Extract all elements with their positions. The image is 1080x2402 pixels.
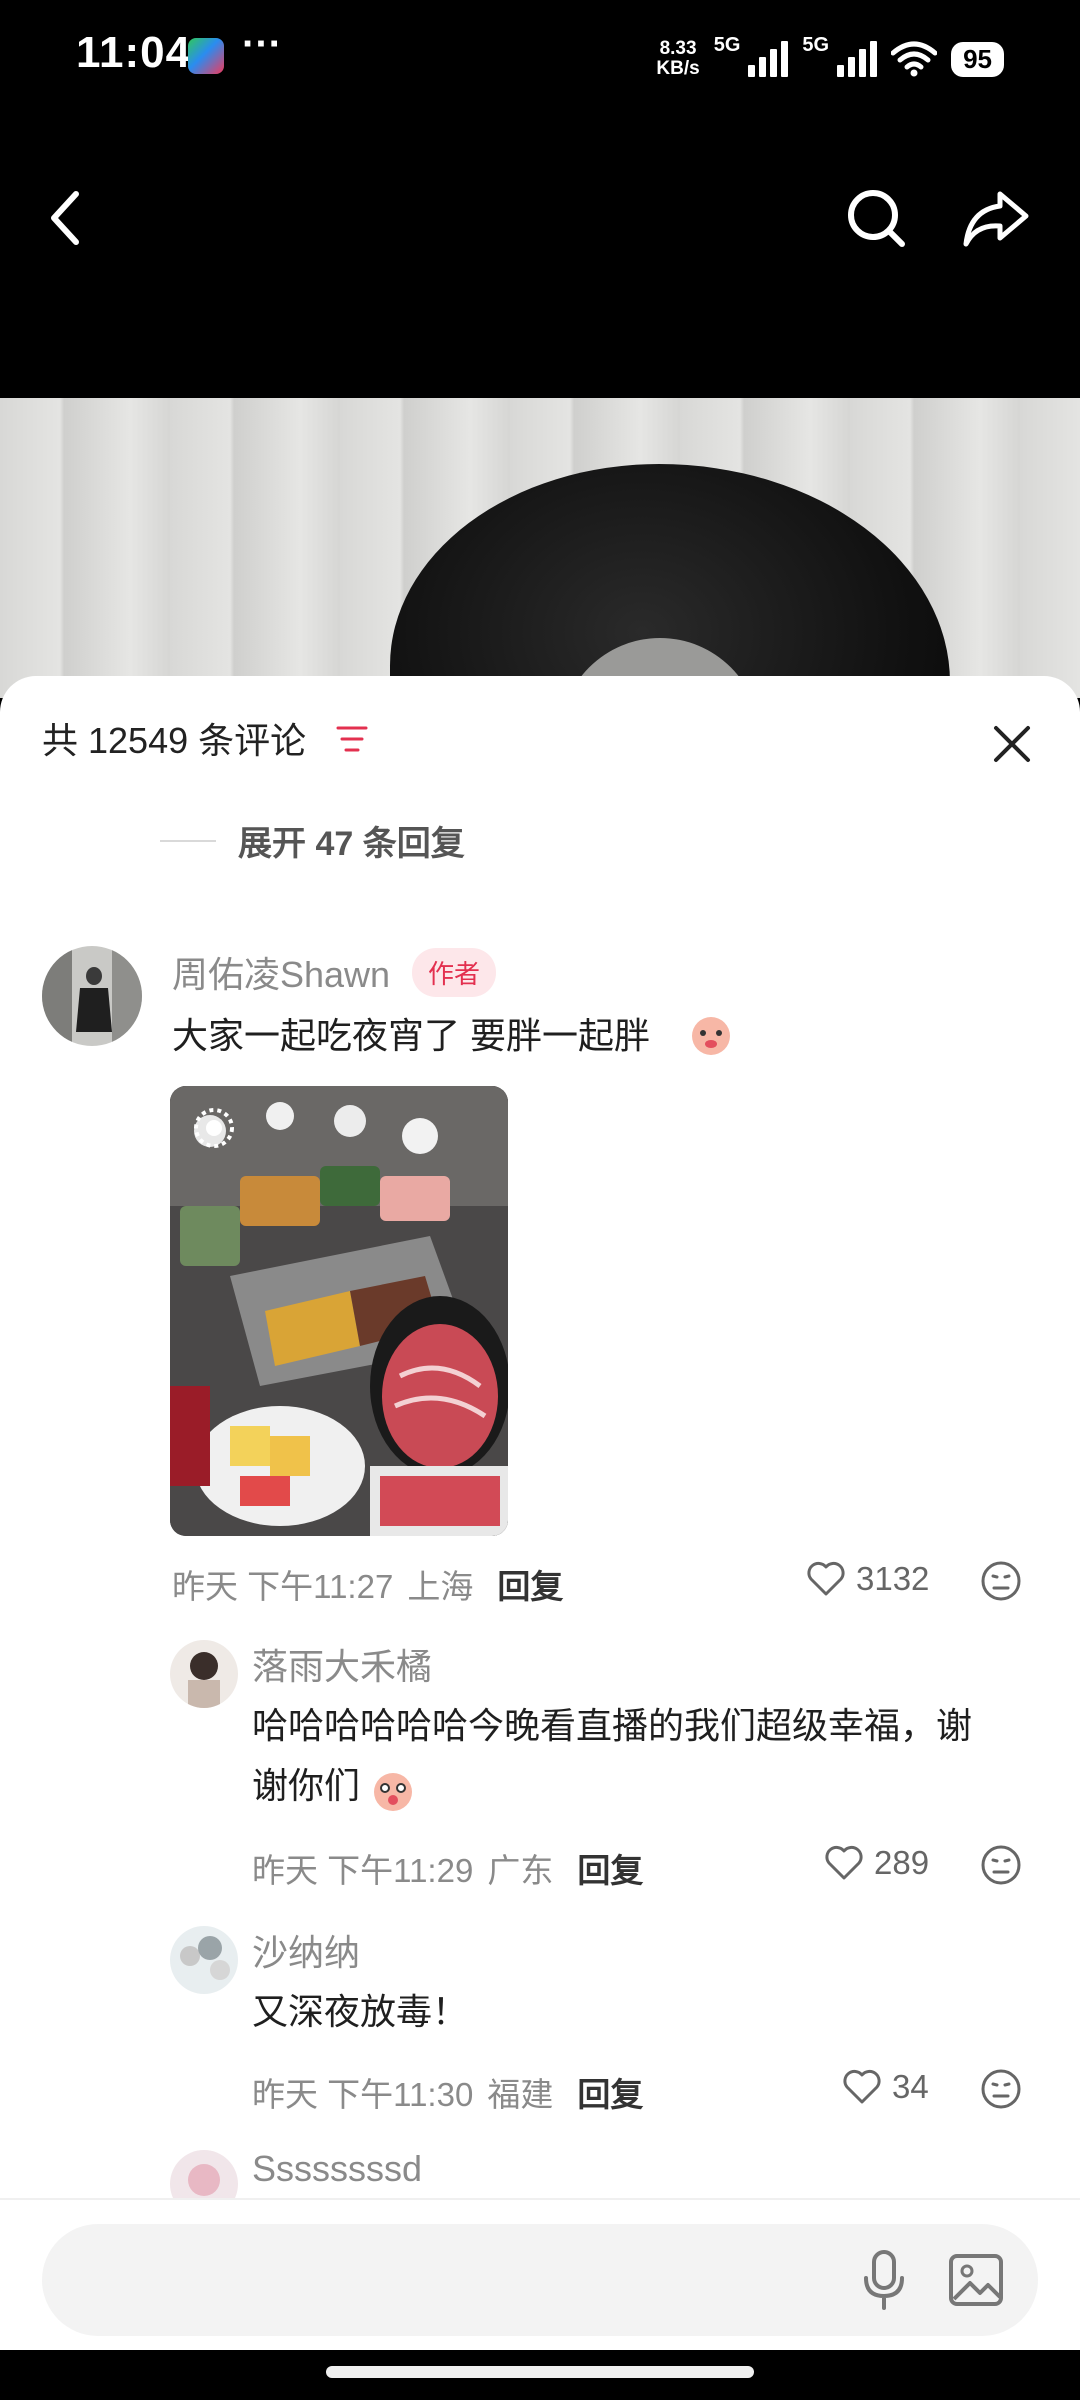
network-speed: 8.33 KB/s [656, 39, 699, 79]
heart-icon [825, 1845, 863, 1880]
comment-meta: 昨天 下午11:27 上海 回复 [172, 1560, 563, 1608]
reply-text-content: 又深夜放毒！ [252, 1991, 469, 2032]
post-photo [0, 398, 1080, 698]
comment-input[interactable] [42, 2224, 1038, 2336]
reply-author-name[interactable]: 落雨大禾橘 [252, 1638, 432, 1690]
reply-time: 昨天 下午11:30 [252, 2076, 474, 2113]
like-button[interactable]: 34 [842, 2068, 929, 2106]
sort-filter-icon[interactable] [336, 724, 368, 754]
hotpot-photo-image [170, 1086, 508, 1536]
comment-text: 大家一起吃夜宵了 要胖一起胖 [172, 1006, 650, 1066]
chevron-left-icon [51, 191, 79, 245]
expand-replies-button[interactable]: 展开 47 条回复 [160, 816, 465, 865]
avatar[interactable] [170, 1926, 238, 1994]
reply-button[interactable]: 回复 [577, 2068, 643, 2116]
heart-icon [807, 1561, 845, 1596]
reply-meta: 昨天 下午11:29 广东 回复 [252, 1844, 643, 1892]
wifi-icon [891, 41, 938, 77]
close-comments-button[interactable] [976, 708, 1048, 780]
network-speed-unit: KB/s [656, 58, 700, 79]
shy-face-sticker-icon [692, 1017, 730, 1055]
reply-location: 广东 [487, 1852, 554, 1889]
share-icon [963, 191, 1029, 247]
author-avatar-image [42, 946, 142, 1046]
close-icon [994, 726, 1030, 762]
like-button[interactable]: 3132 [806, 1560, 929, 1598]
app-notification-icon [188, 38, 224, 74]
like-button[interactable]: 289 [824, 1844, 929, 1882]
add-image-button[interactable] [944, 2248, 1008, 2312]
surprised-face-sticker-icon [374, 1773, 412, 1811]
reply-avatar-image [170, 1640, 238, 1708]
comment-text-content: 大家一起吃夜宵了 要胖一起胖 [172, 1015, 651, 1056]
like-count: 289 [874, 1844, 930, 1881]
status-indicators: 8.33 KB/s 5G 5G 95 [656, 34, 1004, 84]
dislike-face-icon[interactable] [980, 2068, 1022, 2110]
reply-location: 福建 [487, 2076, 554, 2113]
expand-replies-label: 展开 47 条回复 [238, 825, 465, 863]
status-bar: 11:04 ··· 8.33 KB/s 5G 5G 95 [0, 0, 1080, 120]
reply-author-name[interactable]: 沙纳纳 [252, 1924, 360, 1976]
comment-food-photo[interactable] [170, 1086, 508, 1536]
signal-icon-2 [837, 41, 878, 77]
reply-button[interactable]: 回复 [497, 1560, 563, 1608]
dislike-face-icon[interactable] [980, 1844, 1022, 1886]
reply-avatar-image [170, 1926, 238, 1994]
status-time: 11:04 [76, 28, 192, 77]
heart-icon [843, 2069, 881, 2104]
dislike-face-icon[interactable] [980, 1560, 1022, 1602]
mic-icon [864, 2250, 904, 2310]
author-badge: 作者 [412, 948, 497, 997]
search-button[interactable] [834, 176, 918, 260]
reply-text: 又深夜放毒！ [252, 1982, 468, 2042]
comment-author-name[interactable]: 周佑凌Shawn [172, 946, 390, 998]
avatar[interactable] [170, 1640, 238, 1708]
more-notifications-icon: ··· [242, 22, 282, 66]
voice-input-button[interactable] [852, 2248, 916, 2312]
signal-icon [748, 41, 789, 77]
reply-button[interactable]: 回复 [577, 1844, 643, 1892]
search-icon [848, 190, 905, 247]
avatar[interactable] [42, 946, 142, 1046]
comments-count-title: 共 12549 条评论 [42, 720, 307, 761]
like-count: 34 [892, 2068, 929, 2105]
reply-author-name[interactable]: Ssssssssd [252, 2148, 422, 2190]
comment-time: 昨天 下午11:27 [172, 1568, 394, 1605]
sim2-label: 5G [802, 34, 830, 56]
back-button[interactable] [24, 176, 108, 260]
home-indicator[interactable] [326, 2366, 754, 2378]
image-icon [949, 2254, 1003, 2306]
reply-text-line-1: 哈哈哈哈哈哈今晚看直播的我们超级幸福，谢 [252, 1705, 973, 1746]
share-button[interactable] [954, 176, 1038, 260]
sim1-label: 5G [713, 34, 741, 56]
divider-line [160, 839, 216, 842]
comments-sheet: 共 12549 条评论 展开 47 条回复 周佑凌Shawn 作者 大家一起吃夜… [0, 676, 1080, 2400]
top-nav-bar [0, 120, 1080, 398]
like-count: 3132 [856, 1560, 930, 1597]
network-speed-value: 8.33 [659, 38, 697, 59]
battery-indicator: 95 [951, 41, 1004, 77]
reply-time: 昨天 下午11:29 [252, 1852, 474, 1889]
comment-location: 上海 [407, 1568, 474, 1605]
reply-meta: 昨天 下午11:30 福建 回复 [252, 2068, 643, 2116]
